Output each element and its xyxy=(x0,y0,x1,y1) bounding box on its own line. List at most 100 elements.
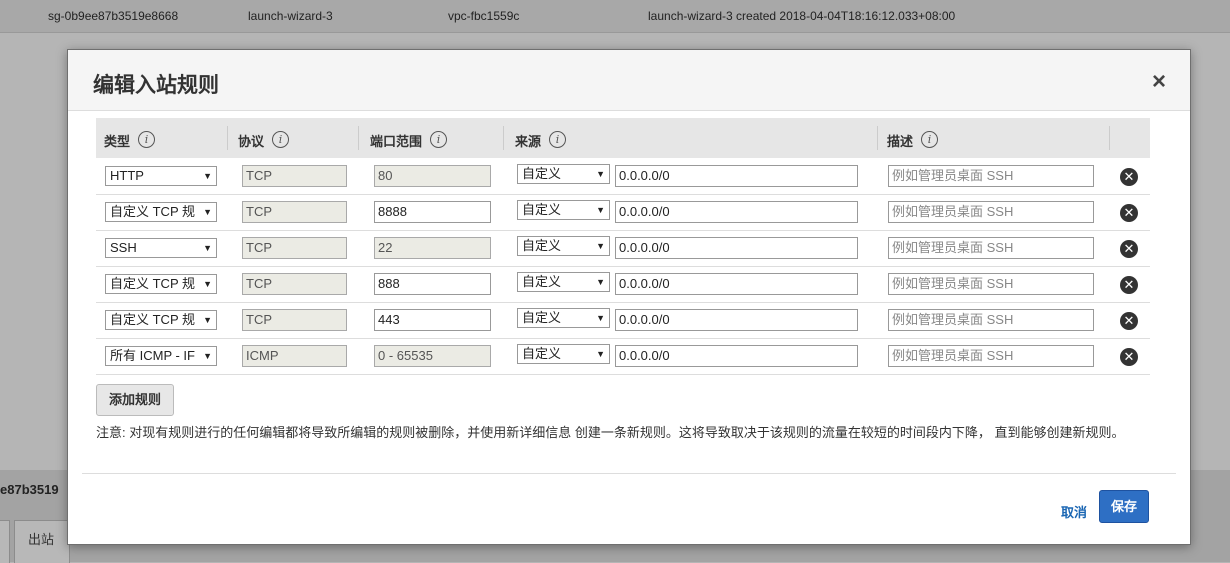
rule-row: SSH ▼ TCP 22 自定义 ▼ 0.0.0.0/0 例如管理员桌面 SSH ✕ xyxy=(96,230,1150,267)
bg-outbound-tab[interactable]: 出站 xyxy=(14,520,70,563)
dialog-header: 编辑入站规则 × xyxy=(68,50,1190,111)
source-type-value: 自定义 xyxy=(522,238,562,253)
protocol-field: TCP xyxy=(242,201,347,223)
dropdown-arrow-icon: ▼ xyxy=(201,275,212,293)
remove-rule-icon[interactable]: ✕ xyxy=(1120,240,1138,258)
port-range-input[interactable]: 8888 xyxy=(374,201,491,223)
rules-table-header: 类型 i 协议 i 端口范围 i 来源 i 描述 i xyxy=(96,118,1150,158)
dropdown-arrow-icon: ▼ xyxy=(201,167,212,185)
dropdown-arrow-icon: ▼ xyxy=(594,165,605,183)
column-port-range: 端口范围 i xyxy=(370,131,448,150)
bg-inbound-tab[interactable] xyxy=(0,520,10,563)
rule-type-select[interactable]: 所有 ICMP - IF ▼ xyxy=(105,346,217,366)
rule-type-select[interactable]: 自定义 TCP 规 ▼ xyxy=(105,202,217,222)
source-type-value: 自定义 xyxy=(522,166,562,181)
protocol-field: TCP xyxy=(242,237,347,259)
bg-vpc-id: vpc-fbc1559c xyxy=(448,9,520,23)
dropdown-arrow-icon: ▼ xyxy=(201,311,212,329)
dropdown-arrow-icon: ▼ xyxy=(594,345,605,363)
description-input[interactable]: 例如管理员桌面 SSH xyxy=(888,201,1094,223)
remove-rule-icon[interactable]: ✕ xyxy=(1120,168,1138,186)
dropdown-arrow-icon: ▼ xyxy=(201,203,212,221)
source-type-select[interactable]: 自定义 ▼ xyxy=(517,236,610,256)
bg-outbound-tab-label: 出站 xyxy=(28,532,55,547)
remove-rule-icon[interactable]: ✕ xyxy=(1120,204,1138,222)
description-input[interactable]: 例如管理员桌面 SSH xyxy=(888,273,1094,295)
save-button[interactable]: 保存 xyxy=(1099,490,1149,523)
info-icon[interactable]: i xyxy=(430,131,448,148)
bg-group-name: launch-wizard-3 xyxy=(248,9,333,23)
description-input[interactable]: 例如管理员桌面 SSH xyxy=(888,237,1094,259)
source-cidr-input[interactable]: 0.0.0.0/0 xyxy=(615,201,858,223)
source-type-select[interactable]: 自定义 ▼ xyxy=(517,308,610,328)
dropdown-arrow-icon: ▼ xyxy=(594,273,605,291)
source-type-select[interactable]: 自定义 ▼ xyxy=(517,344,610,364)
background-table-row: sg-0b9ee87b3519e8668 launch-wizard-3 vpc… xyxy=(0,0,1230,33)
source-cidr-input[interactable]: 0.0.0.0/0 xyxy=(615,345,858,367)
column-divider xyxy=(503,126,504,150)
bg-partial-id: e87b3519 xyxy=(0,482,59,497)
rule-type-value: 自定义 TCP 规 xyxy=(110,312,195,327)
port-range-input[interactable]: 888 xyxy=(374,273,491,295)
column-source-label: 来源 xyxy=(515,134,542,149)
dropdown-arrow-icon: ▼ xyxy=(201,239,212,257)
protocol-field: TCP xyxy=(242,273,347,295)
dropdown-arrow-icon: ▼ xyxy=(594,237,605,255)
rule-type-select[interactable]: 自定义 TCP 规 ▼ xyxy=(105,310,217,330)
info-icon[interactable]: i xyxy=(138,131,156,148)
rule-type-value: 自定义 TCP 规 xyxy=(110,204,195,219)
description-input[interactable]: 例如管理员桌面 SSH xyxy=(888,345,1094,367)
info-icon[interactable]: i xyxy=(272,131,290,148)
column-port-range-label: 端口范围 xyxy=(370,134,423,149)
info-icon[interactable]: i xyxy=(921,131,939,148)
column-protocol-label: 协议 xyxy=(238,134,265,149)
column-type: 类型 i xyxy=(104,131,156,150)
source-cidr-input[interactable]: 0.0.0.0/0 xyxy=(615,309,858,331)
info-icon[interactable]: i xyxy=(549,131,567,148)
dropdown-arrow-icon: ▼ xyxy=(594,201,605,219)
rule-row: 自定义 TCP 规 ▼ TCP 443 自定义 ▼ 0.0.0.0/0 例如管理员桌… xyxy=(96,302,1150,339)
source-type-select[interactable]: 自定义 ▼ xyxy=(517,164,610,184)
dropdown-arrow-icon: ▼ xyxy=(594,309,605,327)
source-type-value: 自定义 xyxy=(522,274,562,289)
dropdown-arrow-icon: ▼ xyxy=(201,347,212,365)
rule-type-value: 所有 ICMP - IF xyxy=(110,348,195,363)
description-input[interactable]: 例如管理员桌面 SSH xyxy=(888,309,1094,331)
port-range-field: 0 - 65535 xyxy=(374,345,491,367)
column-description-label: 描述 xyxy=(887,134,914,149)
source-cidr-input[interactable]: 0.0.0.0/0 xyxy=(615,237,858,259)
source-type-select[interactable]: 自定义 ▼ xyxy=(517,200,610,220)
column-divider xyxy=(227,126,228,150)
rule-type-value: SSH xyxy=(110,240,137,255)
remove-rule-icon[interactable]: ✕ xyxy=(1120,276,1138,294)
rule-type-value: 自定义 TCP 规 xyxy=(110,276,195,291)
remove-rule-icon[interactable]: ✕ xyxy=(1120,312,1138,330)
port-range-field: 80 xyxy=(374,165,491,187)
edit-inbound-rules-dialog: 编辑入站规则 × 类型 i 协议 i 端口范围 i 来源 i 描述 i HTTP ▼ TCP… xyxy=(67,49,1191,545)
edit-warning-notice: 注意: 对现有规则进行的任何编辑都将导致所编辑的规则被删除，并使用新详细信息 创… xyxy=(96,425,1125,440)
description-input[interactable]: 例如管理员桌面 SSH xyxy=(888,165,1094,187)
cancel-button[interactable]: 取消 xyxy=(1061,502,1087,521)
column-divider xyxy=(358,126,359,150)
rule-row: 所有 ICMP - IF ▼ ICMP 0 - 65535 自定义 ▼ 0.0.0.… xyxy=(96,338,1150,375)
rule-row: HTTP ▼ TCP 80 自定义 ▼ 0.0.0.0/0 例如管理员桌面 SSH … xyxy=(96,158,1150,195)
close-icon[interactable]: × xyxy=(1152,70,1166,94)
rule-row: 自定义 TCP 规 ▼ TCP 888 自定义 ▼ 0.0.0.0/0 例如管理员桌… xyxy=(96,266,1150,303)
rule-type-select[interactable]: SSH ▼ xyxy=(105,238,217,258)
rule-type-select[interactable]: HTTP ▼ xyxy=(105,166,217,186)
column-divider xyxy=(877,126,878,150)
protocol-field: ICMP xyxy=(242,345,347,367)
port-range-input[interactable]: 443 xyxy=(374,309,491,331)
source-cidr-input[interactable]: 0.0.0.0/0 xyxy=(615,165,858,187)
bg-group-id: sg-0b9ee87b3519e8668 xyxy=(48,9,179,23)
dialog-title: 编辑入站规则 xyxy=(93,74,219,97)
rule-type-value: HTTP xyxy=(110,168,144,183)
add-rule-button[interactable]: 添加规则 xyxy=(96,384,174,416)
source-type-select[interactable]: 自定义 ▼ xyxy=(517,272,610,292)
column-type-label: 类型 xyxy=(104,134,131,149)
rule-type-select[interactable]: 自定义 TCP 规 ▼ xyxy=(105,274,217,294)
remove-rule-icon[interactable]: ✕ xyxy=(1120,348,1138,366)
footer-divider xyxy=(82,473,1176,474)
source-type-value: 自定义 xyxy=(522,202,562,217)
source-cidr-input[interactable]: 0.0.0.0/0 xyxy=(615,273,858,295)
